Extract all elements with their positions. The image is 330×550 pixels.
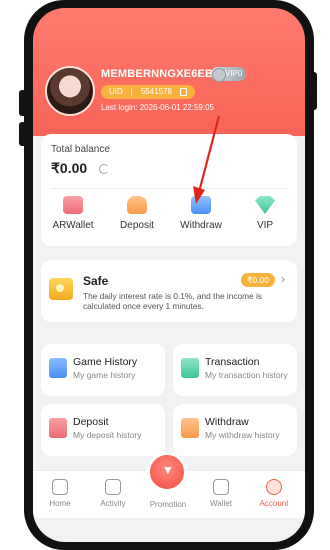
annotation-arrow bbox=[193, 115, 221, 204]
arrow-head bbox=[193, 186, 205, 204]
app-screen: MEMBERNNGXE6EB VIP0 UID | 5541578 Last l… bbox=[33, 8, 305, 542]
arrow-shaft bbox=[197, 115, 221, 193]
